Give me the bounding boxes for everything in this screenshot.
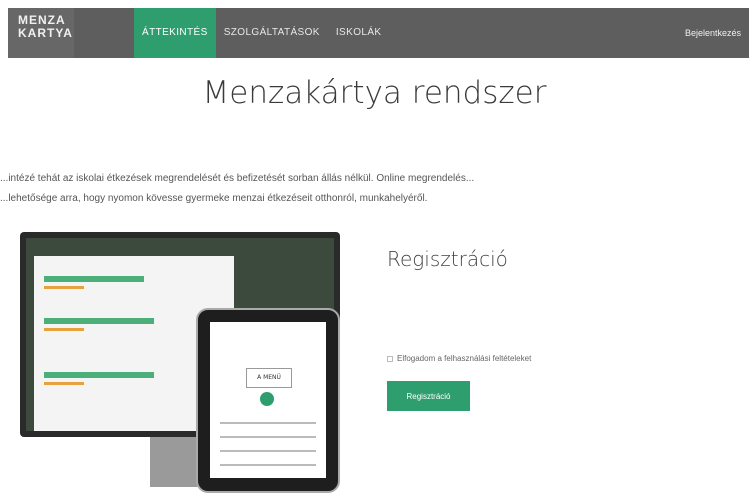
intro-line-2: ...lehetősége arra, hogy nyomon kövesse … [0,193,428,204]
panel-row-bar [44,318,154,324]
nav-item-overview[interactable]: ÁTTEKINTÉS [134,8,216,58]
top-navigation-bar: MENZA KARTYA ÁTTEKINTÉS SZOLGÁLTATÁSOK I… [8,8,749,58]
registration-title: Regisztráció [387,247,508,271]
check-icon [260,392,274,406]
terms-row: Elfogadom a felhasználási feltételeket [387,354,531,363]
tablet-row [220,436,316,438]
brand-logo[interactable]: MENZA KARTYA [8,8,74,58]
page-title: Menzakártya rendszer [202,75,547,111]
panel-row-bar [44,372,154,378]
terms-checkbox[interactable] [387,355,393,362]
tablet-menu-label: A MENÜ [246,368,292,388]
tablet-screen: A MENÜ [210,322,326,478]
logo-line-2: KARTYA [18,26,73,40]
register-button[interactable]: Regisztráció [387,381,470,411]
nav-item-services[interactable]: SZOLGÁLTATÁSOK [216,8,328,58]
tablet-row [220,450,316,452]
device-mockup-image: A MENÜ [20,232,350,497]
tablet-row [220,422,316,424]
panel-row-accent [44,286,84,289]
tablet-frame: A MENÜ [196,308,340,493]
intro-text: ...intézé tehát az iskolai étkezések meg… [0,169,749,209]
panel-row-accent [44,328,84,331]
tablet-row [220,464,316,466]
terms-label[interactable]: Elfogadom a felhasználási feltételeket [397,354,531,363]
login-link[interactable]: Bejelentkezés [685,28,741,38]
intro-line-1: ...intézé tehát az iskolai étkezések meg… [0,173,475,184]
nav-item-schools[interactable]: ISKOLÁK [328,8,390,58]
panel-row-accent [44,382,84,385]
panel-row-bar [44,276,144,282]
main-nav: ÁTTEKINTÉS SZOLGÁLTATÁSOK ISKOLÁK [134,8,389,58]
